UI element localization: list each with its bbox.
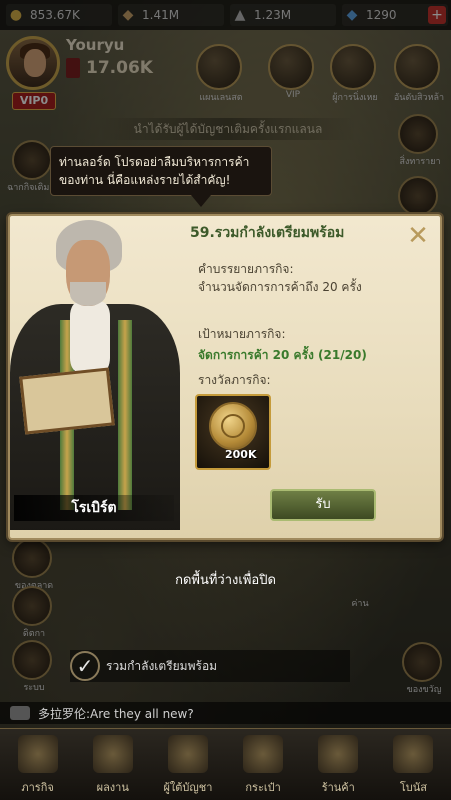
chest-icon (393, 735, 434, 773)
book-icon (19, 367, 115, 435)
scroll-icon (17, 735, 58, 773)
chat-preview[interactable]: 多拉罗伦:Are they all new? (0, 702, 451, 724)
reward-item[interactable]: 200K (195, 394, 271, 470)
current-quest-bar[interactable]: ✓ รวมกำลังเตรียมพร้อม (70, 650, 350, 682)
chat-text: 多拉罗伦:Are they all new? (38, 706, 194, 721)
nav-label: ผลงาน (96, 781, 129, 794)
nav-label: ผู้ใต้บัญชา (163, 781, 213, 794)
tap-to-close-hint: กดพื้นที่ว่างเพื่อปิด (175, 573, 276, 588)
description-text: จำนวนจัดการการค้าถึง 20 ครั้ง (198, 280, 362, 294)
chat-bubble-icon (10, 706, 30, 720)
advisor-portrait (0, 220, 190, 530)
nav-label: กระเป๋า (245, 781, 281, 794)
trophy-icon (92, 735, 133, 773)
chest-icon (318, 735, 359, 773)
quest-bar-text: รวมกำลังเตรียมพร้อม (106, 658, 218, 673)
reward-amount: 200K (225, 448, 257, 461)
target-text: จัดการการค้า 20 ครั้ง (21/20) (198, 348, 367, 362)
bubble-line-1: ท่านลอร์ด โปรดอย่าลืมบริหารการค้า (59, 155, 250, 169)
advisor-speech-bubble: ท่านลอร์ด โปรดอย่าลืมบริหารการค้า ของท่า… (50, 146, 272, 207)
helmet-icon (167, 735, 208, 773)
gold-coin-icon (209, 402, 257, 450)
nav-label: โบนัส (399, 781, 427, 794)
checkmark-icon: ✓ (70, 651, 100, 681)
reward-label: รางวัลภารกิจ: (198, 373, 271, 387)
character-name: โรเบิร์ต (14, 495, 174, 521)
nav-achievements[interactable]: ผลงาน (75, 729, 150, 800)
bottom-navigation: ภารกิจ ผลงาน ผู้ใต้บัญชา กระเป๋า ร้านค้า… (0, 728, 451, 800)
description-label: คำบรรยายภารกิจ: (198, 262, 294, 276)
nav-label: ร้านค้า (321, 781, 355, 794)
target-label: เป้าหมายภารกิจ: (198, 327, 286, 341)
nav-bonus[interactable]: โบนัส (376, 729, 451, 800)
nav-bag[interactable]: กระเป๋า (226, 729, 301, 800)
nav-subordinates[interactable]: ผู้ใต้บัญชา (150, 729, 225, 800)
dialog-title: 59.รวมกำลังเตรียมพร้อม (190, 225, 345, 241)
claim-button[interactable]: รับ (270, 489, 376, 521)
nav-quests[interactable]: ภารกิจ (0, 729, 75, 800)
nav-shop[interactable]: ร้านค้า (301, 729, 376, 800)
bag-icon (243, 735, 284, 773)
nav-label: ภารกิจ (21, 781, 54, 794)
bubble-line-2: ของท่าน นี่คือแหล่งรายได้สำคัญ! (59, 173, 231, 187)
